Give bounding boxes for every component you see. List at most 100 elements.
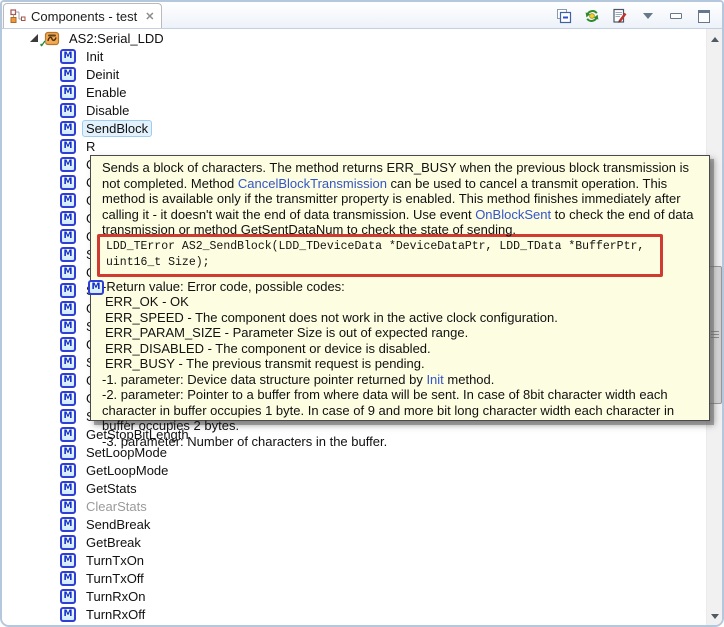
method-icon: M xyxy=(60,391,76,406)
method-label[interactable]: ClearStats xyxy=(82,498,151,515)
method-icon: M xyxy=(60,247,76,262)
tree-method-row[interactable]: M GetBreak xyxy=(2,533,722,551)
tab-components-test[interactable]: Components - test ✕ xyxy=(3,3,162,28)
error-code-item: ERR_BUSY - The previous transmit request… xyxy=(100,356,701,372)
method-icon: M xyxy=(60,571,76,586)
method-icon: M xyxy=(60,445,76,460)
method-icon: M xyxy=(60,211,76,226)
method-label[interactable]: GetLoopMode xyxy=(82,462,172,479)
method-icon: M xyxy=(60,67,76,82)
tree-method-row[interactable]: M TurnRxOff xyxy=(2,605,722,623)
error-code-item: ERR_OK - OK xyxy=(100,294,701,310)
method-icon: M xyxy=(60,157,76,172)
maximize-view-icon[interactable] xyxy=(696,8,712,24)
param-3: -3. parameter: Number of characters in t… xyxy=(100,434,701,450)
method-icon: M xyxy=(60,121,76,136)
method-icon: M xyxy=(60,589,76,604)
scrollbar-thumb[interactable] xyxy=(708,266,722,404)
method-icon: M xyxy=(60,175,76,190)
scroll-up-button[interactable] xyxy=(707,31,722,47)
method-icon: M xyxy=(60,319,76,334)
components-view-icon xyxy=(10,8,26,24)
method-icon: M xyxy=(60,481,76,496)
error-code-item: ERR_SPEED - The component does not work … xyxy=(100,310,701,326)
tree-method-row[interactable]: M GetStats xyxy=(2,479,722,497)
tree-method-row[interactable]: M R xyxy=(2,137,722,155)
method-label[interactable]: SendBlock xyxy=(82,120,152,137)
method-doc-tooltip: Sends a block of characters. The method … xyxy=(90,155,710,421)
method-icon: M xyxy=(60,427,76,442)
return-value-label: -Return value: Error code, possible code… xyxy=(100,279,701,295)
method-icon: M xyxy=(60,607,76,622)
param-2: -2. parameter: Pointer to a buffer from … xyxy=(100,387,701,434)
link-cancelblocktransmission[interactable]: CancelBlockTransmission xyxy=(238,176,387,191)
tooltip-description: Sends a block of characters. The method … xyxy=(100,160,701,238)
error-code-item: ERR_PARAM_SIZE - Parameter Size is out o… xyxy=(100,325,701,341)
tree-method-row[interactable]: M Enable xyxy=(2,83,722,101)
method-icon: M xyxy=(60,139,76,154)
link-init[interactable]: Init xyxy=(426,372,443,387)
method-label[interactable]: Init xyxy=(82,48,107,65)
method-icon: M xyxy=(60,499,76,514)
tree-method-row[interactable]: M TurnRxOn xyxy=(2,587,722,605)
method-icon: M xyxy=(60,535,76,550)
tree-method-row[interactable]: M Deinit xyxy=(2,65,722,83)
signature-line-2: uint16_t Size); xyxy=(106,255,654,272)
tab-close-icon[interactable]: ✕ xyxy=(145,10,154,23)
error-code-list: ERR_OK - OKERR_SPEED - The component doe… xyxy=(100,294,701,372)
method-icon: M xyxy=(60,355,76,370)
method-icon: M xyxy=(60,265,76,280)
tree-method-row[interactable]: M ClearStats xyxy=(2,497,722,515)
method-icon: M xyxy=(60,553,76,568)
tree-method-row[interactable]: M SendBreak xyxy=(2,515,722,533)
link-onblocksent[interactable]: OnBlockSent xyxy=(475,207,551,222)
tree-method-row[interactable]: M Disable xyxy=(2,101,722,119)
method-icon: M xyxy=(60,229,76,244)
component-label[interactable]: AS2:Serial_LDD xyxy=(65,30,168,47)
method-icon: M xyxy=(60,193,76,208)
method-label[interactable]: Deinit xyxy=(82,66,123,83)
edit-document-icon[interactable] xyxy=(612,8,628,24)
tree-method-row[interactable]: M TurnTxOff xyxy=(2,569,722,587)
method-label[interactable]: TurnRxOff xyxy=(82,606,149,623)
method-icon: M xyxy=(60,337,76,352)
method-icon: M xyxy=(60,373,76,388)
method-label[interactable]: TurnTxOff xyxy=(82,570,148,587)
method-label[interactable]: SendBreak xyxy=(82,516,154,533)
method-label[interactable]: TurnRxOn xyxy=(82,588,149,605)
tree-method-row[interactable]: M Init xyxy=(2,47,722,65)
tree-method-row[interactable]: M SendBlock xyxy=(2,119,722,137)
param-1: -1. parameter: Device data structure poi… xyxy=(100,372,701,388)
method-signature-highlight: LDD_TError AS2_SendBlock(LDD_TDeviceData… xyxy=(97,234,663,277)
view-menu-icon[interactable] xyxy=(640,8,656,24)
regenerate-code-icon[interactable] xyxy=(584,8,600,24)
view-toolbar xyxy=(556,8,722,28)
method-label[interactable]: R xyxy=(82,138,99,155)
error-code-item: ERR_DISABLED - The component or device i… xyxy=(100,341,701,357)
tab-title: Components - test xyxy=(31,9,137,24)
method-label[interactable]: Disable xyxy=(82,102,133,119)
method-label[interactable]: TurnTxOn xyxy=(82,552,148,569)
scroll-down-button[interactable] xyxy=(707,608,722,624)
method-icon: M xyxy=(60,103,76,118)
method-icon: M xyxy=(60,85,76,100)
method-label[interactable]: Enable xyxy=(82,84,130,101)
view-tab-bar: Components - test ✕ xyxy=(2,2,722,29)
serial-component-icon: ✓ xyxy=(44,30,60,46)
method-icon: M xyxy=(60,463,76,478)
signature-line-1: LDD_TError AS2_SendBlock(LDD_TDeviceData… xyxy=(106,239,654,256)
method-label[interactable]: GetBreak xyxy=(82,534,145,551)
tree-method-row[interactable]: M GetLoopMode xyxy=(2,461,722,479)
method-icon: M xyxy=(60,283,76,298)
method-icon: M xyxy=(60,517,76,532)
window-minus-icon[interactable] xyxy=(556,8,572,24)
components-tree: ✓ AS2:Serial_LDD M Init M Deinit M Enabl xyxy=(2,29,722,626)
method-icon-overlay: M xyxy=(88,280,104,295)
components-view-window: Components - test ✕ xyxy=(0,0,724,627)
method-label[interactable]: GetStats xyxy=(82,480,141,497)
expander-icon[interactable] xyxy=(29,33,39,43)
method-icon: M xyxy=(60,301,76,316)
tree-root-row[interactable]: ✓ AS2:Serial_LDD xyxy=(2,29,722,47)
minimize-view-icon[interactable] xyxy=(668,8,684,24)
tree-method-row[interactable]: M TurnTxOn xyxy=(2,551,722,569)
